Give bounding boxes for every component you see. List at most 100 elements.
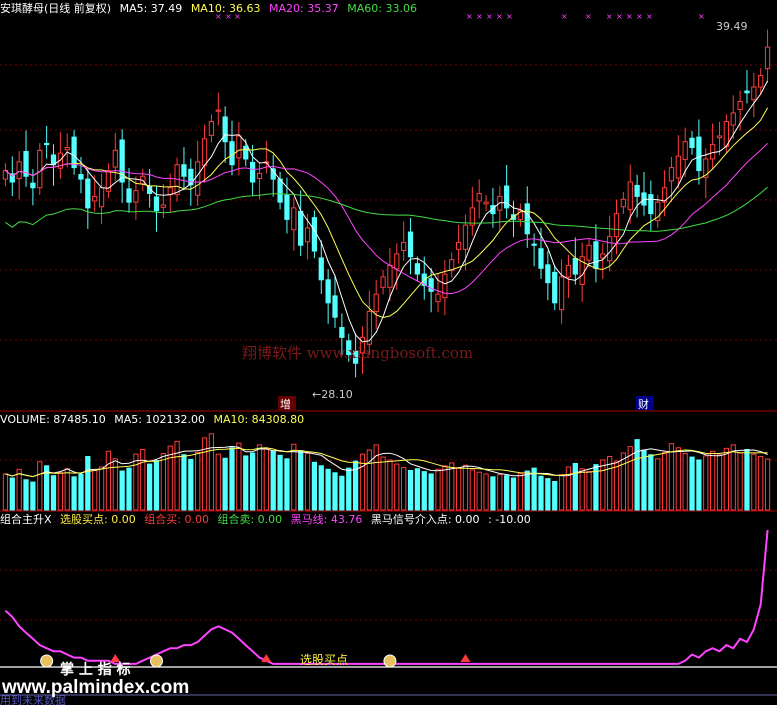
volume-bar <box>339 475 345 511</box>
volume-bar <box>346 467 352 511</box>
x-mark: × <box>466 12 473 21</box>
volume-bar <box>133 453 139 511</box>
candle-body <box>462 224 469 250</box>
volume-bar <box>229 447 235 511</box>
volume-bar <box>174 440 180 511</box>
volume-bar <box>304 453 311 511</box>
candle-body <box>593 241 599 269</box>
candle-body <box>435 293 441 303</box>
buy-point-label: 选股买点 <box>300 653 348 667</box>
candle-body <box>552 271 558 304</box>
ma60-value: MA60: 33.06 <box>347 2 417 15</box>
volume-bar <box>92 469 98 511</box>
future-data-note: 用到未来数据 <box>0 693 66 705</box>
volume-bar <box>613 460 620 511</box>
indicator-lines <box>0 529 777 668</box>
candle-body <box>318 257 324 281</box>
volume-bar <box>318 465 324 511</box>
candle-body <box>222 116 228 143</box>
volume-bar <box>668 443 675 511</box>
candle-body <box>229 141 235 166</box>
candle-body <box>565 264 572 278</box>
candle-body <box>394 253 400 270</box>
candle-body <box>215 109 221 112</box>
candle-body <box>332 295 338 318</box>
volume-bar <box>421 471 427 511</box>
cai-badge: 财 <box>638 397 649 411</box>
volume-bar <box>325 468 331 511</box>
candle-body <box>236 135 242 159</box>
volume-bar <box>476 471 482 511</box>
high-price-label: 39.49 <box>716 20 748 33</box>
volume-bar <box>387 459 393 511</box>
candle-body <box>414 263 421 275</box>
volume-bar <box>710 450 716 511</box>
volume-bar <box>730 444 736 511</box>
candle-body <box>737 100 743 110</box>
volume-bar <box>744 449 750 511</box>
volume-bar <box>270 450 276 511</box>
volume-bar <box>620 452 627 511</box>
volume-bar <box>366 449 372 511</box>
stock-chart: × × × × × × × × × × × × × × × × 39.49 ←28.10 增 财 翔博软件 w… <box>0 12 777 705</box>
candle-body <box>648 194 654 215</box>
candle-body <box>64 146 70 151</box>
candle-body <box>758 75 764 88</box>
volume-bar <box>195 451 201 511</box>
volume-bars <box>2 433 771 511</box>
candle-body <box>586 244 592 261</box>
volume-bar <box>277 454 283 511</box>
dark-horse-value: 黑马线: 43.76 <box>290 513 363 526</box>
volume-value: VOLUME: 87485.10 <box>0 413 106 426</box>
candle-body <box>71 136 77 169</box>
volume-bar <box>146 463 153 511</box>
volume-bar <box>373 444 379 511</box>
candle-body <box>675 155 681 179</box>
volume-bar <box>140 449 146 511</box>
volume-bar <box>572 462 578 511</box>
zeng-badge: 增 <box>280 397 291 411</box>
volume-bar <box>50 475 57 511</box>
x-mark: × <box>561 12 568 21</box>
candle-body <box>634 184 640 197</box>
volume-bar <box>215 453 221 511</box>
volume-bar <box>737 452 743 511</box>
money-bag-icon <box>383 654 397 668</box>
volume-bar <box>579 468 585 511</box>
volume-bar <box>552 481 558 511</box>
volume-bar <box>696 459 702 511</box>
candle-body <box>298 210 304 246</box>
volume-bar <box>414 468 421 511</box>
candle-body <box>78 174 84 180</box>
ma10-value: MA10: 36.63 <box>190 2 261 15</box>
candle-body <box>627 181 633 211</box>
volume-bar <box>85 455 91 511</box>
candle-body <box>455 241 462 250</box>
buy-arrow-icon <box>261 654 272 662</box>
volume-bar <box>16 468 22 511</box>
volume-bar <box>98 466 105 511</box>
x-mark: × <box>646 12 653 21</box>
indicator-name: 组合主升X <box>0 513 52 526</box>
volume-bar <box>256 444 263 511</box>
x-mark: × <box>636 12 643 21</box>
candle-body <box>92 195 98 202</box>
brand-label: 掌 上 指 标 <box>60 661 131 678</box>
candle-body <box>181 164 187 177</box>
candle-body <box>153 196 160 212</box>
volume-bar <box>531 467 537 511</box>
candlestick-series <box>2 29 771 378</box>
volume-bar <box>394 463 400 511</box>
x-mark: × <box>506 12 513 21</box>
volume-bar <box>249 452 256 511</box>
candle-body <box>504 185 510 209</box>
volume-panel-header: VOLUME: 87485.10 MA5: 102132.00 MA10: 84… <box>0 413 309 427</box>
candle-body <box>208 121 215 136</box>
volume-bar <box>112 458 118 511</box>
buy-arrow-icon <box>460 654 471 662</box>
volume-bar <box>435 468 441 511</box>
volume-bar <box>57 472 63 511</box>
candle-body <box>195 161 201 196</box>
volume-bar <box>298 450 304 511</box>
candle-body <box>98 187 105 208</box>
